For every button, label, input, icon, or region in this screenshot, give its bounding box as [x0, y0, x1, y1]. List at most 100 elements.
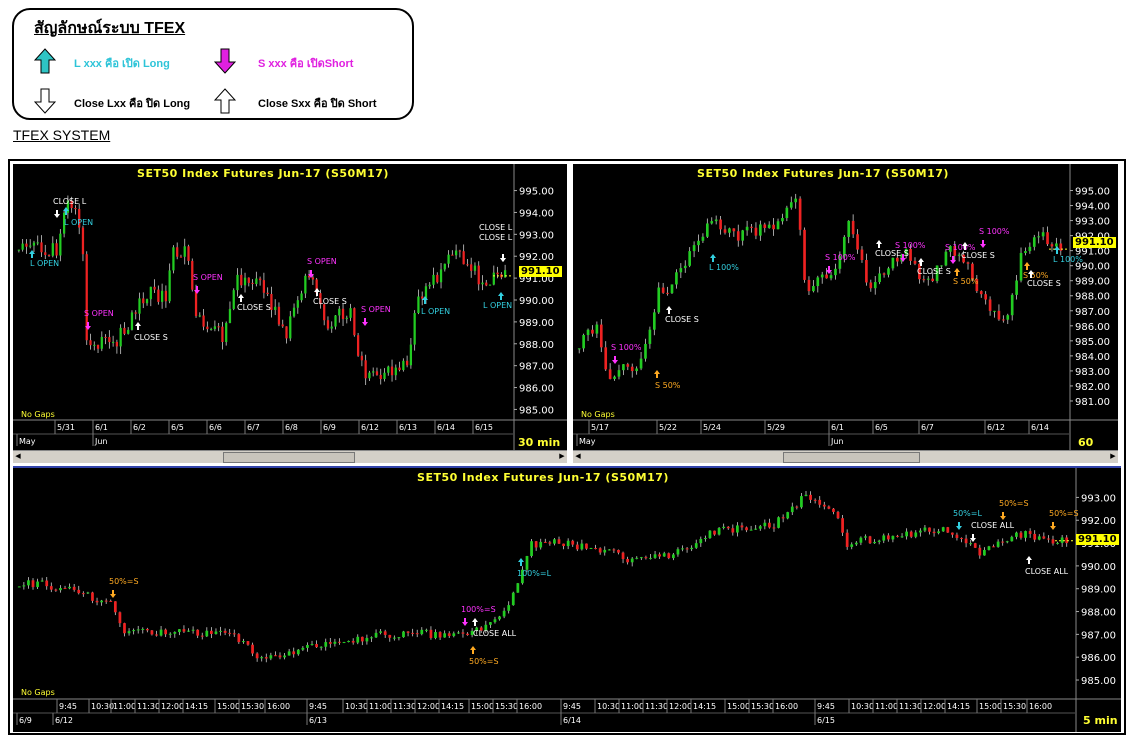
signal-down-arrow-icon — [1000, 512, 1006, 520]
candle-body — [607, 549, 611, 551]
candle-body — [671, 554, 675, 559]
candle-body — [979, 291, 983, 295]
candle-body — [530, 541, 533, 556]
candle-body — [754, 528, 758, 530]
candle-body — [264, 657, 268, 659]
candle-body — [379, 374, 382, 380]
y-tick-label: 993.00 — [1075, 217, 1110, 228]
candle-body — [697, 240, 700, 246]
candle-body — [630, 558, 634, 563]
scroll-thumb[interactable] — [783, 452, 920, 463]
candle-body — [580, 543, 584, 550]
candle-body — [594, 548, 597, 550]
x-tick-label: 5/29 — [767, 423, 785, 432]
candle-body — [415, 633, 419, 635]
signal-label: CLOSE S — [237, 303, 271, 312]
x-tick-label: 11:30 — [645, 702, 668, 711]
candle-body — [896, 535, 899, 537]
x-tick-label: 12:00 — [669, 702, 692, 711]
scroll-right-icon[interactable]: ▶ — [557, 452, 567, 461]
candle-body — [115, 341, 119, 347]
chart-panel-30min[interactable]: 995.00 994.00 993.00 992.00 991.00 990.00 989.… — [13, 164, 567, 450]
candle-body — [461, 632, 465, 634]
candle-body — [964, 538, 968, 544]
candle-body — [310, 644, 314, 646]
candle-body — [639, 358, 643, 369]
y-tick-label: 982.00 — [1075, 382, 1110, 393]
candle-body — [750, 226, 753, 228]
candle-body — [421, 296, 424, 299]
candle-body — [104, 600, 108, 602]
y-tick-label: 984.00 — [1075, 352, 1110, 363]
candle-body — [96, 344, 100, 349]
signal-down-arrow-icon — [194, 286, 200, 294]
candle-body — [145, 299, 149, 304]
interval-label: 5 min — [1083, 714, 1118, 727]
candle-body — [451, 254, 454, 256]
candle-body — [745, 527, 748, 531]
candle-body — [717, 528, 721, 535]
candle-body — [132, 630, 136, 632]
candle-body — [562, 543, 565, 547]
candle-body — [205, 630, 209, 637]
scroll-left-icon[interactable]: ◀ — [13, 452, 23, 461]
candle-body — [187, 630, 190, 632]
candle-body — [604, 347, 608, 370]
signal-up-arrow-icon — [470, 646, 476, 654]
candle-body — [45, 580, 49, 587]
chart-panel-5min[interactable]: 993.00992.00991.00990.00989.00988.00987.… — [13, 466, 1121, 732]
scroll-right-icon[interactable]: ▶ — [1108, 452, 1118, 461]
chart-panel-60min[interactable]: 995.00994.00993.00992.00991.00990.00989.… — [573, 164, 1118, 450]
x-tick-label: 11:30 — [899, 702, 922, 711]
candle-body — [127, 329, 130, 334]
candle-body — [726, 526, 730, 529]
signal-label: S 100% — [611, 343, 642, 352]
signal-label: CLOSE ALL — [1025, 567, 1069, 576]
signal-label: CLOSE S — [1027, 279, 1061, 288]
candle-body — [370, 637, 373, 639]
candle-body — [789, 202, 793, 208]
x-tick-label: 5/31 — [57, 423, 75, 432]
candle-body — [202, 315, 205, 327]
candle-body — [829, 275, 833, 279]
scrollbar-60min[interactable]: ◀ ▶ — [573, 450, 1118, 463]
scrollbar-30min[interactable]: ◀ ▶ — [13, 450, 567, 463]
candle-body — [324, 642, 328, 647]
x-tick-label: 16:00 — [519, 702, 542, 711]
signal-label: S 50% — [655, 381, 681, 390]
candle-body — [946, 527, 950, 533]
scroll-left-icon[interactable]: ◀ — [573, 452, 583, 461]
candle-body — [304, 275, 307, 294]
candle-body — [274, 655, 277, 657]
candle-body — [1015, 280, 1018, 295]
candle-body — [466, 633, 469, 636]
interval-label: 60 min — [1078, 436, 1101, 450]
candle-body — [172, 247, 175, 271]
candle-body — [887, 268, 890, 275]
x-tick-label: 10:30 — [345, 702, 368, 711]
candle-body — [155, 634, 158, 636]
candle-body — [836, 511, 840, 519]
candle-body — [803, 229, 806, 280]
scroll-thumb[interactable] — [223, 452, 355, 463]
candle-body — [1060, 537, 1064, 543]
candle-body — [1019, 532, 1023, 538]
candle-body — [368, 372, 371, 379]
candle-body — [266, 292, 269, 295]
candle-body — [473, 265, 477, 271]
y-tick-label: 992.00 — [519, 252, 554, 263]
candle-body — [258, 278, 262, 281]
candle-body — [187, 246, 190, 261]
signal-label: CLOSE ALL — [473, 629, 517, 638]
candle-body — [77, 589, 81, 594]
candle-body — [470, 264, 473, 271]
candle-body — [658, 554, 662, 557]
candle-body — [973, 543, 977, 548]
candle-body — [679, 268, 683, 273]
candle-body — [865, 259, 868, 283]
x-tick-label: 15:00 — [979, 702, 1002, 711]
y-tick-label: 995.00 — [1075, 187, 1110, 198]
candle-body — [217, 326, 220, 328]
signal-down-arrow-icon — [362, 318, 368, 326]
candle-body — [719, 219, 722, 230]
